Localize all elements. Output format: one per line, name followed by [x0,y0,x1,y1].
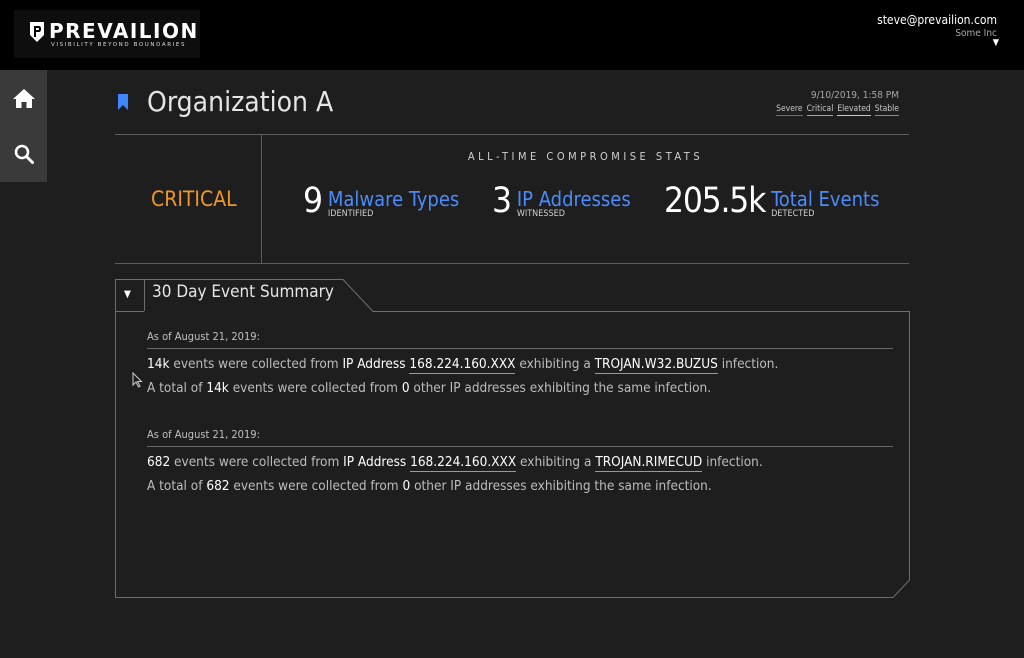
event-entry: As of August 21, 2019: 14k events were c… [147,330,893,400]
entry-date: As of August 21, 2019: [147,330,893,349]
other-ip-count: 0 [402,478,411,494]
entry-line-secondary: A total of 14k events were collected fro… [147,380,712,396]
entry-line-secondary: A total of 682 events were collected fro… [147,478,712,494]
other-ip-count: 0 [401,380,410,396]
ip-address-link[interactable]: 168.224.160.XXX [410,454,517,472]
malware-link[interactable]: TROJAN.W32.BUZUS [594,356,718,374]
mouse-cursor-icon [132,372,143,388]
summary-panel-frame [115,279,910,598]
event-count: 682 [147,454,171,470]
collapse-caret-icon[interactable]: ▼ [124,289,131,300]
malware-link[interactable]: TROJAN.RIMECUD [595,454,703,472]
entry-date: As of August 21, 2019: [147,428,893,447]
total-count: 682 [206,478,230,494]
total-count: 14k [206,380,229,396]
entry-line-primary: 682 events were collected from IP Addres… [147,454,763,472]
ip-address-link[interactable]: 168.224.160.XXX [409,356,516,374]
summary-tab-title[interactable]: 30 Day Event Summary [152,282,334,302]
event-count: 14k [147,356,170,372]
event-entry: As of August 21, 2019: 682 events were c… [147,428,893,498]
entry-line-primary: 14k events were collected from IP Addres… [147,356,779,374]
